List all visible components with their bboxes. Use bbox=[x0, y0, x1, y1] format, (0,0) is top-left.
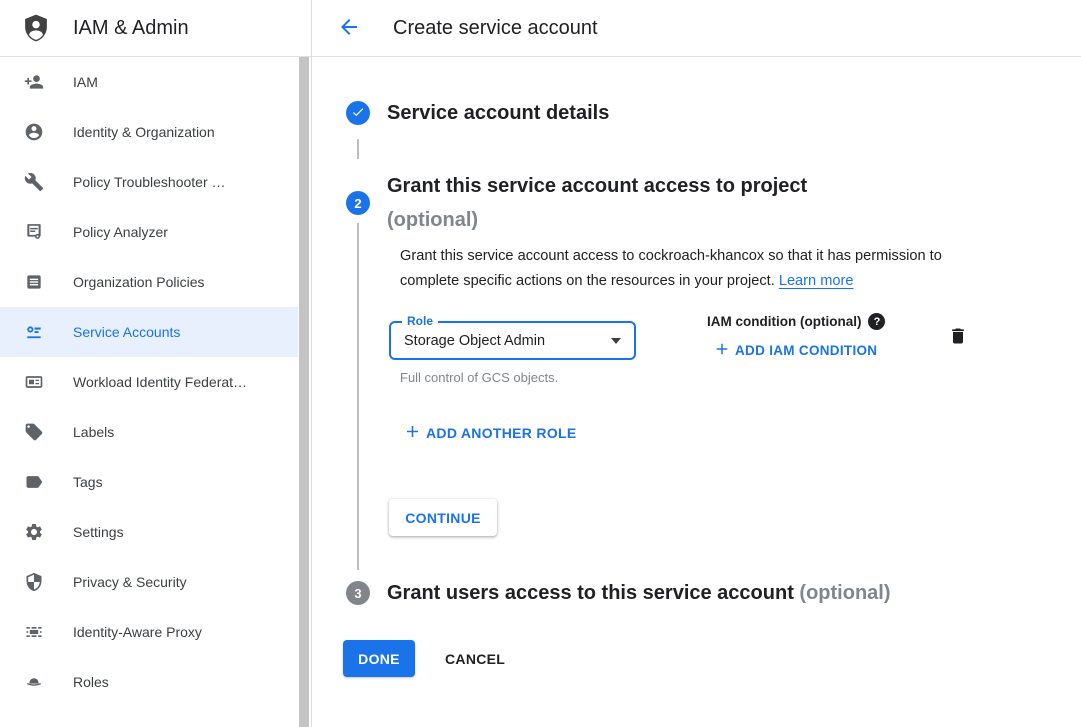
sidebar-item-label: Identity & Organization bbox=[73, 124, 215, 140]
sidebar-item-label: Policy Analyzer bbox=[73, 224, 168, 240]
continue-button[interactable]: CONTINUE bbox=[389, 499, 497, 536]
role-helper-text: Full control of GCS objects. bbox=[400, 370, 558, 385]
step2-title: Grant this service account access to pro… bbox=[387, 169, 807, 237]
sidebar-divider bbox=[311, 0, 312, 727]
proxy-wall-icon bbox=[24, 622, 44, 642]
add-another-role-label: ADD ANOTHER ROLE bbox=[426, 425, 577, 441]
iam-admin-shield-icon bbox=[21, 12, 51, 44]
sidebar-item-identity-organization[interactable]: Identity & Organization bbox=[0, 107, 298, 157]
header-right: Create service account bbox=[311, 0, 1081, 56]
sidebar-item-identity-aware-proxy[interactable]: Identity-Aware Proxy bbox=[0, 607, 298, 657]
cancel-button[interactable]: CANCEL bbox=[429, 640, 521, 677]
policy-analyzer-icon bbox=[24, 222, 44, 242]
sidebar-item-label: Roles bbox=[73, 674, 109, 690]
check-icon bbox=[351, 105, 365, 122]
add-another-role-button[interactable]: ADD ANOTHER ROLE bbox=[403, 422, 577, 444]
account-circle-icon bbox=[24, 122, 44, 142]
trash-icon bbox=[948, 326, 968, 349]
sidebar-item-label: Settings bbox=[73, 524, 124, 540]
step2-description-text: Grant this service account access to coc… bbox=[400, 248, 942, 289]
sidebar-item-label: Policy Troubleshooter … bbox=[73, 174, 226, 190]
step1-title: Service account details bbox=[387, 100, 609, 126]
step2-number-circle: 2 bbox=[346, 191, 370, 215]
sidebar-item-policy-troubleshooter[interactable]: Policy Troubleshooter … bbox=[0, 157, 298, 207]
step2-number: 2 bbox=[354, 196, 361, 211]
stepper-connector bbox=[357, 139, 359, 159]
dropdown-caret-icon bbox=[611, 338, 621, 344]
sidebar-item-label: IAM bbox=[73, 74, 98, 90]
step2-description: Grant this service account access to coc… bbox=[400, 244, 984, 294]
sidebar: IAM Identity & Organization Policy Troub… bbox=[0, 57, 311, 727]
sidebar-item-tags[interactable]: Tags bbox=[0, 457, 298, 507]
step3-title-text: Grant users access to this service accou… bbox=[387, 582, 794, 604]
step2-title-text: Grant this service account access to pro… bbox=[387, 175, 807, 197]
service-account-icon bbox=[24, 322, 44, 342]
help-icon[interactable]: ? bbox=[868, 313, 885, 330]
sidebar-item-settings[interactable]: Settings bbox=[0, 507, 298, 557]
app-title: IAM & Admin bbox=[73, 17, 189, 40]
step3-number-circle: 3 bbox=[346, 581, 370, 605]
step3-optional-text: (optional) bbox=[799, 582, 890, 604]
iam-condition-header: IAM condition (optional) ? bbox=[707, 313, 885, 330]
label-arrow-icon bbox=[24, 472, 44, 492]
role-field-value: Storage Object Admin bbox=[404, 333, 545, 349]
step1-completed-circle bbox=[346, 101, 370, 125]
sidebar-item-label: Identity-Aware Proxy bbox=[73, 624, 202, 640]
step2-optional-text: (optional) bbox=[387, 203, 807, 237]
iam-admin-console: IAM & Admin Create service account IAM I… bbox=[0, 0, 1081, 727]
person-add-icon bbox=[24, 72, 44, 92]
header-left: IAM & Admin bbox=[0, 0, 311, 56]
sidebar-item-label: Organization Policies bbox=[73, 274, 205, 290]
sidebar-item-workload-identity-federation[interactable]: Workload Identity Federat… bbox=[0, 357, 298, 407]
sidebar-item-label: Labels bbox=[73, 424, 114, 440]
add-iam-condition-label: ADD IAM CONDITION bbox=[735, 343, 877, 358]
step3-number: 3 bbox=[354, 586, 361, 601]
role-select[interactable]: Role Storage Object Admin bbox=[389, 321, 636, 360]
sidebar-item-label: Workload Identity Federat… bbox=[73, 374, 247, 390]
iam-condition-label: IAM condition (optional) bbox=[707, 314, 861, 329]
badge-card-icon bbox=[24, 372, 44, 392]
page-title: Create service account bbox=[393, 17, 598, 40]
role-field-label: Role bbox=[402, 314, 438, 329]
sidebar-item-label: Service Accounts bbox=[73, 324, 180, 340]
main-content: Service account details 2 Grant this ser… bbox=[311, 57, 1081, 727]
document-list-icon bbox=[24, 272, 44, 292]
wrench-icon bbox=[24, 172, 44, 192]
sidebar-scrollbar[interactable] bbox=[298, 57, 310, 727]
sidebar-item-label: Tags bbox=[73, 474, 103, 490]
plus-icon bbox=[713, 340, 731, 361]
learn-more-link[interactable]: Learn more bbox=[779, 273, 854, 289]
arrow-back-icon bbox=[337, 15, 361, 42]
shield-half-icon bbox=[24, 572, 44, 592]
add-iam-condition-button[interactable]: ADD IAM CONDITION bbox=[713, 340, 877, 361]
back-button[interactable] bbox=[337, 16, 361, 40]
sidebar-item-roles[interactable]: Roles bbox=[0, 657, 298, 707]
sidebar-item-label: Privacy & Security bbox=[73, 574, 187, 590]
done-button[interactable]: DONE bbox=[343, 640, 415, 677]
sidebar-item-service-accounts[interactable]: Service Accounts bbox=[0, 307, 298, 357]
plus-icon bbox=[403, 422, 422, 444]
sidebar-item-policy-analyzer[interactable]: Policy Analyzer bbox=[0, 207, 298, 257]
sidebar-item-labels[interactable]: Labels bbox=[0, 407, 298, 457]
sidebar-item-privacy-security[interactable]: Privacy & Security bbox=[0, 557, 298, 607]
gear-icon bbox=[24, 522, 44, 542]
stepper-connector bbox=[357, 223, 359, 570]
scrollbar-thumb[interactable] bbox=[299, 57, 309, 727]
delete-role-button[interactable] bbox=[947, 325, 969, 349]
sidebar-item-iam[interactable]: IAM bbox=[0, 57, 298, 107]
hat-icon bbox=[24, 672, 44, 692]
app-header: IAM & Admin Create service account bbox=[0, 0, 1081, 57]
sidebar-item-organization-policies[interactable]: Organization Policies bbox=[0, 257, 298, 307]
step3-title: Grant users access to this service accou… bbox=[387, 580, 891, 606]
tag-icon bbox=[24, 422, 44, 442]
